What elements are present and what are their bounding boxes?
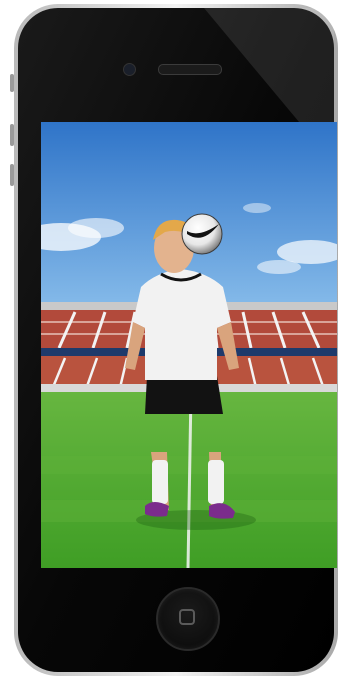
screen-display[interactable] [41, 122, 337, 568]
iphone-device [10, 4, 338, 676]
player-right-sock [208, 460, 224, 504]
volume-down-button[interactable] [10, 164, 14, 186]
volume-up-button[interactable] [10, 124, 14, 146]
mute-switch[interactable] [10, 74, 14, 92]
player-shorts [145, 376, 223, 414]
home-button-icon [179, 609, 195, 625]
player-jersey [133, 269, 231, 380]
speaker-grille-icon [158, 64, 222, 75]
player-left-sock [152, 460, 168, 504]
cloud [68, 218, 124, 238]
cloud [257, 260, 301, 274]
front-camera-icon [123, 63, 136, 76]
cloud [243, 203, 271, 213]
soccer-ball[interactable] [181, 213, 223, 255]
football-game-scene[interactable] [41, 122, 337, 568]
home-button[interactable] [156, 587, 220, 651]
